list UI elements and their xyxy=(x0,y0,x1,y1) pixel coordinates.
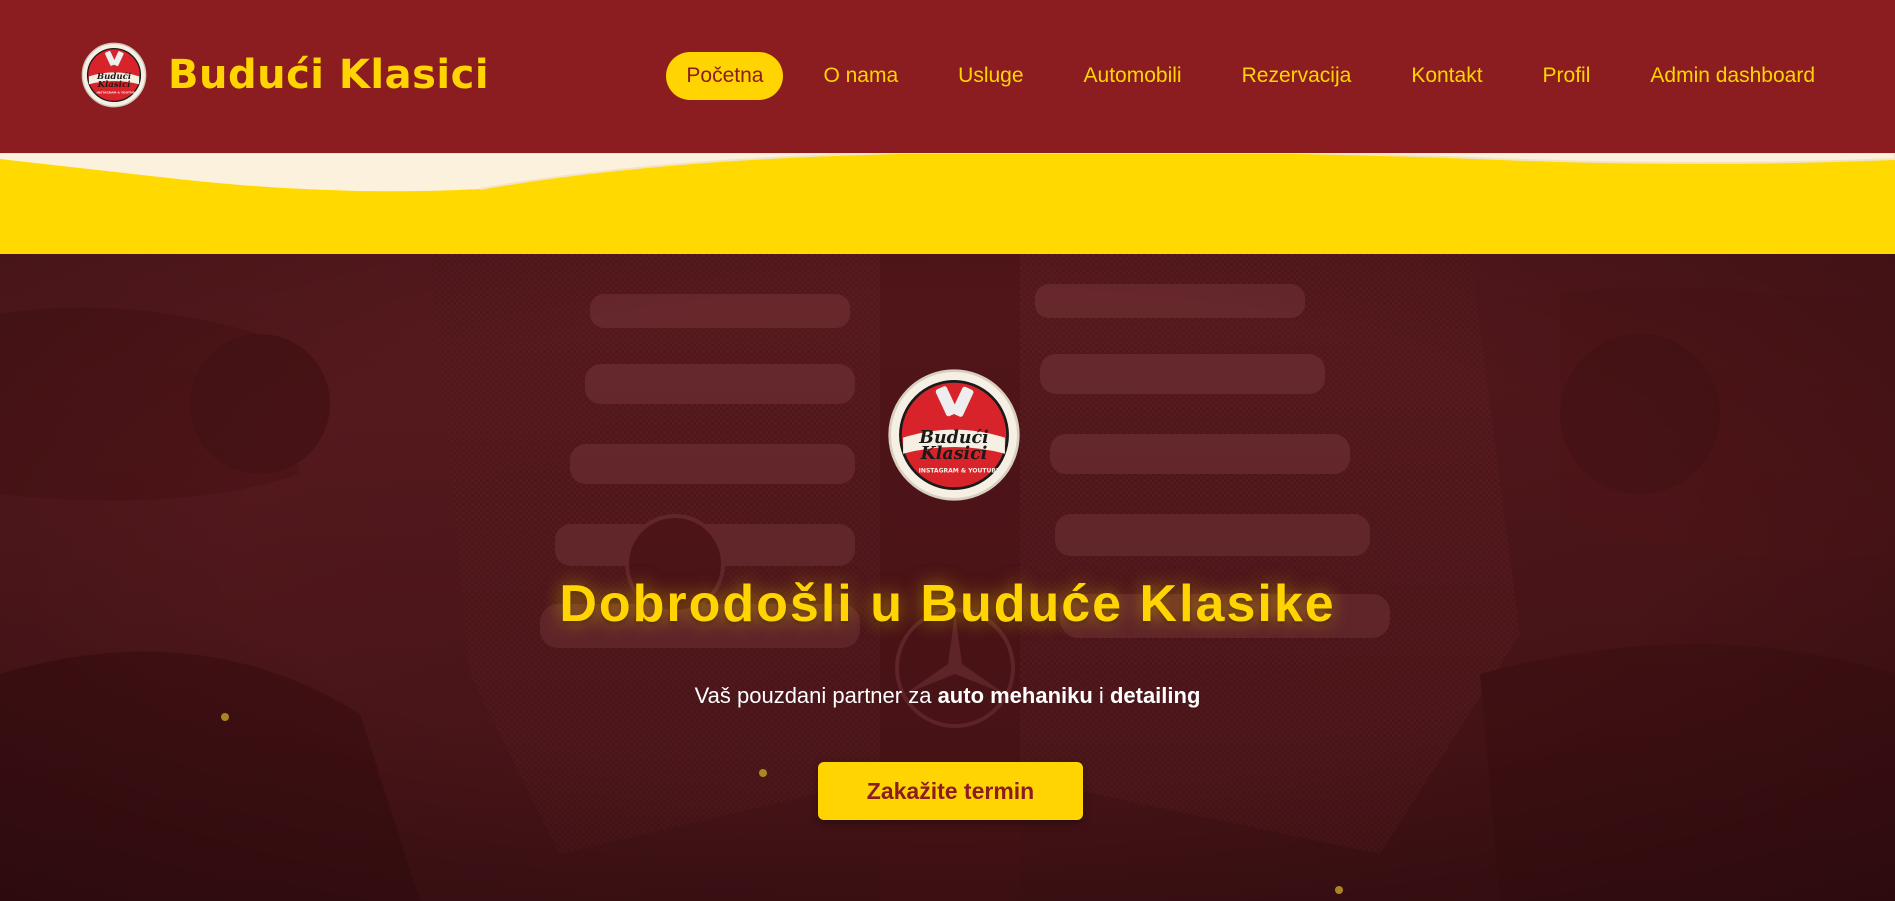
svg-text:INSTAGRAM & YOUTUBE: INSTAGRAM & YOUTUBE xyxy=(97,90,137,94)
nav-item-rezervacija[interactable]: Rezervacija xyxy=(1222,52,1372,100)
hero-subtitle-detailing: detailing xyxy=(1109,683,1201,708)
book-appointment-button[interactable]: Zakažite termin xyxy=(818,762,1083,820)
nav-item-o-nama[interactable]: O nama xyxy=(803,52,918,100)
site-header: Budući Klasici INSTAGRAM & YOUTUBE Buduć… xyxy=(0,0,1895,153)
brand-logo[interactable]: Budući Klasici INSTAGRAM & YOUTUBE xyxy=(81,42,147,108)
decorative-dot xyxy=(759,769,767,777)
svg-text:Klasici: Klasici xyxy=(920,444,988,464)
nav-item-profil[interactable]: Profil xyxy=(1523,52,1611,100)
main-nav: Početna O nama Usluge Automobili Rezerva… xyxy=(666,52,1835,100)
brand[interactable]: Budući Klasici INSTAGRAM & YOUTUBE Buduć… xyxy=(81,42,489,108)
hero-subtitle-prefix: Vaš pouzdani partner za xyxy=(694,683,938,708)
hero-subtitle-auto-mehaniku: auto mehaniku xyxy=(937,683,1093,708)
nav-item-automobili[interactable]: Automobili xyxy=(1064,52,1202,100)
svg-text:INSTAGRAM & YOUTUBE: INSTAGRAM & YOUTUBE xyxy=(919,468,1000,475)
hero-section: Budući Klasici INSTAGRAM & YOUTUBE Dobro… xyxy=(0,254,1895,901)
hero-subtitle: Vaš pouzdani partner za auto mehaniku i … xyxy=(0,683,1895,709)
wave-divider xyxy=(0,153,1895,254)
hero-logo: Budući Klasici INSTAGRAM & YOUTUBE xyxy=(888,369,1020,501)
brand-name[interactable]: Budući Klasici xyxy=(168,52,489,98)
hero-title: Dobrodošli u Buduće Klasike xyxy=(559,575,1336,633)
nav-item-kontakt[interactable]: Kontakt xyxy=(1391,52,1502,100)
nav-item-usluge[interactable]: Usluge xyxy=(938,52,1043,100)
svg-text:Klasici: Klasici xyxy=(97,80,131,90)
nav-item-pocetna[interactable]: Početna xyxy=(666,52,784,100)
nav-item-admin-dashboard[interactable]: Admin dashboard xyxy=(1630,52,1835,100)
decorative-dot xyxy=(1335,886,1343,894)
hero-subtitle-middle: i xyxy=(1092,683,1110,708)
decorative-dot xyxy=(221,713,229,721)
